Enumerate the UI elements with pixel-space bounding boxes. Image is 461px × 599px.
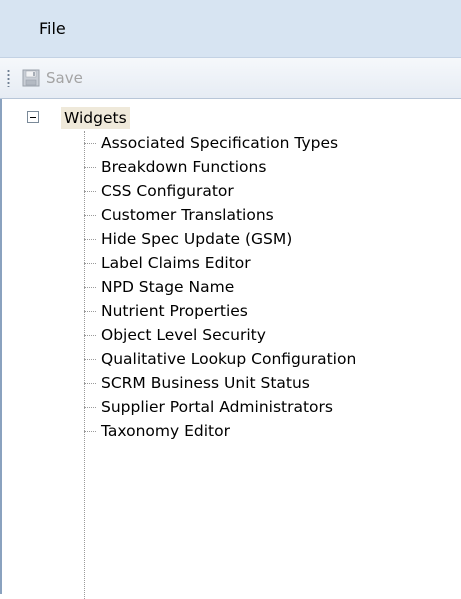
tree-item-label: Breakdown Functions bbox=[101, 158, 267, 176]
tree-item-label: Taxonomy Editor bbox=[101, 422, 230, 440]
tree-branch-line bbox=[84, 263, 96, 264]
tree-item-label: Qualitative Lookup Configuration bbox=[101, 350, 357, 368]
tree-item-label: NPD Stage Name bbox=[101, 278, 235, 296]
tree-item-label: Object Level Security bbox=[101, 326, 266, 344]
tree-branch-line bbox=[84, 359, 96, 360]
tree-branch-line bbox=[84, 167, 96, 168]
tree-item-label: Associated Specification Types bbox=[101, 134, 339, 152]
collapse-icon[interactable] bbox=[27, 111, 39, 123]
toolbar-grip[interactable] bbox=[7, 69, 10, 87]
tree-branch-line bbox=[84, 407, 96, 408]
tree-branch-line bbox=[84, 431, 96, 432]
tree-item-label: CSS Configurator bbox=[101, 182, 234, 200]
tree-item-label: Supplier Portal Administrators bbox=[101, 398, 333, 416]
tree-branch-line bbox=[84, 311, 96, 312]
tree-item-label: Hide Spec Update (GSM) bbox=[101, 230, 293, 248]
tree-branch-line bbox=[84, 287, 96, 288]
widgets-tree[interactable]: Widgets Associated Specification Types Br… bbox=[0, 99, 461, 599]
tree-item-label: Customer Translations bbox=[101, 206, 274, 224]
tree-item-label: SCRM Business Unit Status bbox=[101, 374, 310, 392]
tree-branch-line bbox=[84, 335, 96, 336]
tree-branch-line bbox=[84, 239, 96, 240]
toolbar: Save bbox=[0, 58, 461, 99]
tree-item-label: Nutrient Properties bbox=[101, 302, 248, 320]
tree-branch-line bbox=[84, 215, 96, 216]
tree-root-widgets[interactable]: Widgets bbox=[61, 107, 130, 129]
menu-file[interactable]: File bbox=[33, 17, 72, 40]
tree-branch-line bbox=[84, 143, 96, 144]
tree-branch-line bbox=[84, 383, 96, 384]
save-label: Save bbox=[46, 69, 83, 87]
save-button[interactable]: Save bbox=[22, 64, 83, 92]
floppy-disk-icon bbox=[22, 69, 40, 87]
tree-item-label: Label Claims Editor bbox=[101, 254, 251, 272]
menu-bar: File bbox=[0, 0, 461, 58]
tree-connector-line bbox=[84, 131, 85, 599]
tree-branch-line bbox=[84, 191, 96, 192]
